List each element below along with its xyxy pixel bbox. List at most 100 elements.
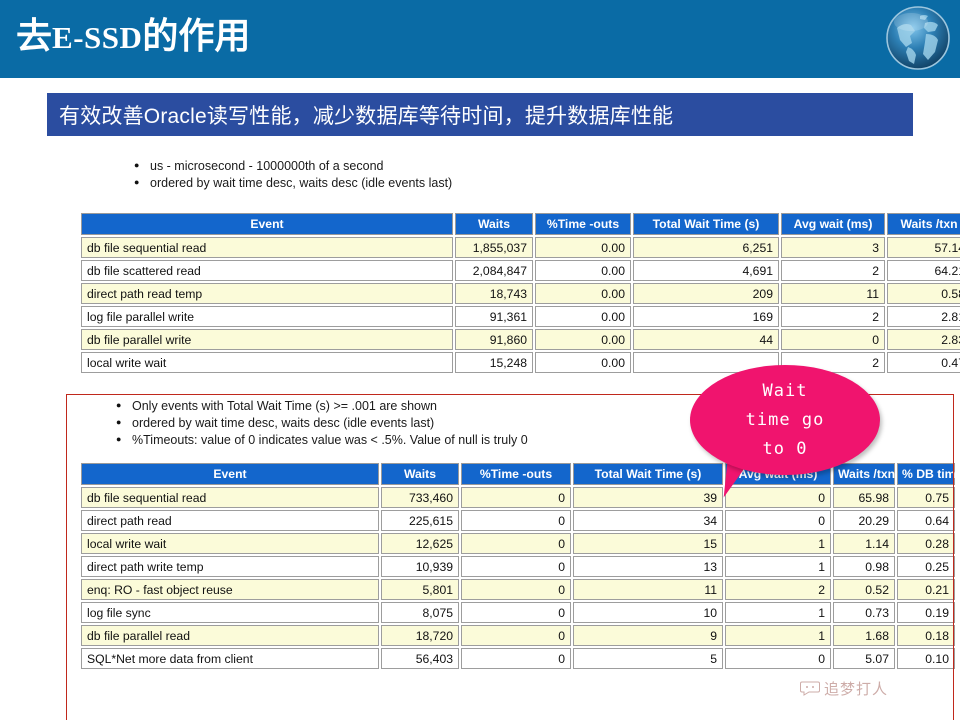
list-item: us - microsecond - 1000000th of a second (134, 157, 452, 175)
cell-total-wait-time: 209 (633, 283, 779, 304)
cell-timeouts: 0 (461, 602, 571, 623)
table-row: db file scattered read 2,084,847 0.00 4,… (81, 260, 960, 281)
table-row: SQL*Net more data from client 56,403 0 5… (81, 648, 955, 669)
cell-avg-wait: 1 (725, 556, 831, 577)
cell-waits: 5,801 (381, 579, 459, 600)
column-header-db-time[interactable]: % DB time (897, 463, 960, 485)
cell-waits: 12,625 (381, 533, 459, 554)
cell-waits: 10,939 (381, 556, 459, 577)
cell-waits-txn: 64.21 (887, 260, 960, 281)
cell-waits-txn: 0.73 (833, 602, 895, 623)
cell-waits-txn: 0.58 (887, 283, 960, 304)
column-header-event[interactable]: Event (81, 463, 379, 485)
cell-total-wait-time: 15 (573, 533, 723, 554)
cell-waits: 91,860 (455, 329, 533, 350)
cell-avg-wait: 0 (725, 510, 831, 531)
cell-event: local write wait (81, 533, 379, 554)
table-header-row: Event Waits %Time -outs Total Wait Time … (81, 213, 960, 235)
cell-timeouts: 0 (461, 625, 571, 646)
column-header-waits[interactable]: Waits (455, 213, 533, 235)
table-row: enq: RO - fast object reuse 5,801 0 11 2… (81, 579, 955, 600)
column-header-waits-txn[interactable]: Waits /txn (887, 213, 960, 235)
cell-db-time: 0.18 (897, 625, 955, 646)
cell-timeouts: 0 (461, 648, 571, 669)
table-row: log file sync 8,075 0 10 1 0.73 0.19 (81, 602, 955, 623)
cell-waits: 56,403 (381, 648, 459, 669)
cell-avg-wait: 0 (781, 329, 885, 350)
cell-avg-wait: 2 (725, 579, 831, 600)
cell-total-wait-time: 4,691 (633, 260, 779, 281)
column-header-timeouts[interactable]: %Time -outs (461, 463, 571, 485)
speech-bubble-icon (800, 681, 820, 696)
watermark: 追梦打人 (800, 678, 888, 699)
cell-event: direct path write temp (81, 556, 379, 577)
cell-waits-txn: 5.07 (833, 648, 895, 669)
cell-timeouts: 0.00 (535, 352, 631, 373)
cell-db-time: 0.19 (897, 602, 955, 623)
cell-event: db file parallel read (81, 625, 379, 646)
cell-waits: 18,720 (381, 625, 459, 646)
cell-db-time: 0.25 (897, 556, 955, 577)
cell-timeouts: 0 (461, 556, 571, 577)
cell-timeouts: 0 (461, 487, 571, 508)
cell-event: direct path read temp (81, 283, 453, 304)
cell-event: SQL*Net more data from client (81, 648, 379, 669)
column-header-total-wait-time[interactable]: Total Wait Time (s) (633, 213, 779, 235)
list-item: Only events with Total Wait Time (s) >= … (116, 397, 528, 415)
bullet-list-2: Only events with Total Wait Time (s) >= … (116, 397, 528, 449)
cell-waits: 18,743 (455, 283, 533, 304)
column-header-timeouts[interactable]: %Time -outs (535, 213, 631, 235)
cell-event: db file scattered read (81, 260, 453, 281)
cell-event: db file sequential read (81, 237, 453, 258)
cell-waits-txn: 0.52 (833, 579, 895, 600)
cell-total-wait-time: 169 (633, 306, 779, 327)
table-row: log file parallel write 91,361 0.00 169 … (81, 306, 960, 327)
cell-event: db file parallel write (81, 329, 453, 350)
table-row: direct path read 225,615 0 34 0 20.29 0.… (81, 510, 955, 531)
cell-avg-wait: 2 (781, 260, 885, 281)
cell-waits-txn: 57.14 (887, 237, 960, 258)
cell-waits: 15,248 (455, 352, 533, 373)
cell-avg-wait: 3 (781, 237, 885, 258)
table-row: direct path write temp 10,939 0 13 1 0.9… (81, 556, 955, 577)
list-item: ordered by wait time desc, waits desc (i… (134, 174, 452, 192)
cell-timeouts: 0.00 (535, 283, 631, 304)
cell-avg-wait: 1 (725, 625, 831, 646)
column-header-avg-wait[interactable]: Avg wait (ms) (781, 213, 885, 235)
cell-total-wait-time: 34 (573, 510, 723, 531)
list-item: %Timeouts: value of 0 indicates value wa… (116, 431, 528, 449)
bullet-list-1: us - microsecond - 1000000th of a second… (134, 157, 452, 192)
cell-waits: 733,460 (381, 487, 459, 508)
cell-waits: 8,075 (381, 602, 459, 623)
cell-db-time: 0.10 (897, 648, 955, 669)
cell-avg-wait: 1 (725, 533, 831, 554)
cell-avg-wait: 2 (781, 306, 885, 327)
cell-event: log file sync (81, 602, 379, 623)
cell-total-wait-time: 10 (573, 602, 723, 623)
cell-db-time: 0.28 (897, 533, 955, 554)
cell-timeouts: 0 (461, 579, 571, 600)
wait-events-table-1: Event Waits %Time -outs Total Wait Time … (79, 211, 960, 375)
cell-timeouts: 0 (461, 533, 571, 554)
cell-event: enq: RO - fast object reuse (81, 579, 379, 600)
cell-total-wait-time: 44 (633, 329, 779, 350)
watermark-text: 追梦打人 (824, 681, 889, 698)
cell-timeouts: 0.00 (535, 329, 631, 350)
cell-total-wait-time: 9 (573, 625, 723, 646)
cell-event: direct path read (81, 510, 379, 531)
subtitle-bar: 有效改善Oracle读写性能，减少数据库等待时间，提升数据库性能 (47, 93, 913, 136)
list-item: ordered by wait time desc, waits desc (i… (116, 414, 528, 432)
column-header-event[interactable]: Event (81, 213, 453, 235)
table-row: local write wait 12,625 0 15 1 1.14 0.28 (81, 533, 955, 554)
cell-waits: 1,855,037 (455, 237, 533, 258)
callout-bubble: Wait time go to 0 (690, 365, 880, 475)
cell-waits-txn: 1.68 (833, 625, 895, 646)
title-cn-prefix: 去 (16, 15, 53, 56)
cell-db-time: 0.64 (897, 510, 955, 531)
cell-avg-wait: 0 (725, 648, 831, 669)
cell-waits-txn: 1.14 (833, 533, 895, 554)
cell-timeouts: 0.00 (535, 306, 631, 327)
callout-annotation: Wait time go to 0 (690, 365, 880, 510)
column-header-waits[interactable]: Waits (381, 463, 459, 485)
cell-waits: 225,615 (381, 510, 459, 531)
